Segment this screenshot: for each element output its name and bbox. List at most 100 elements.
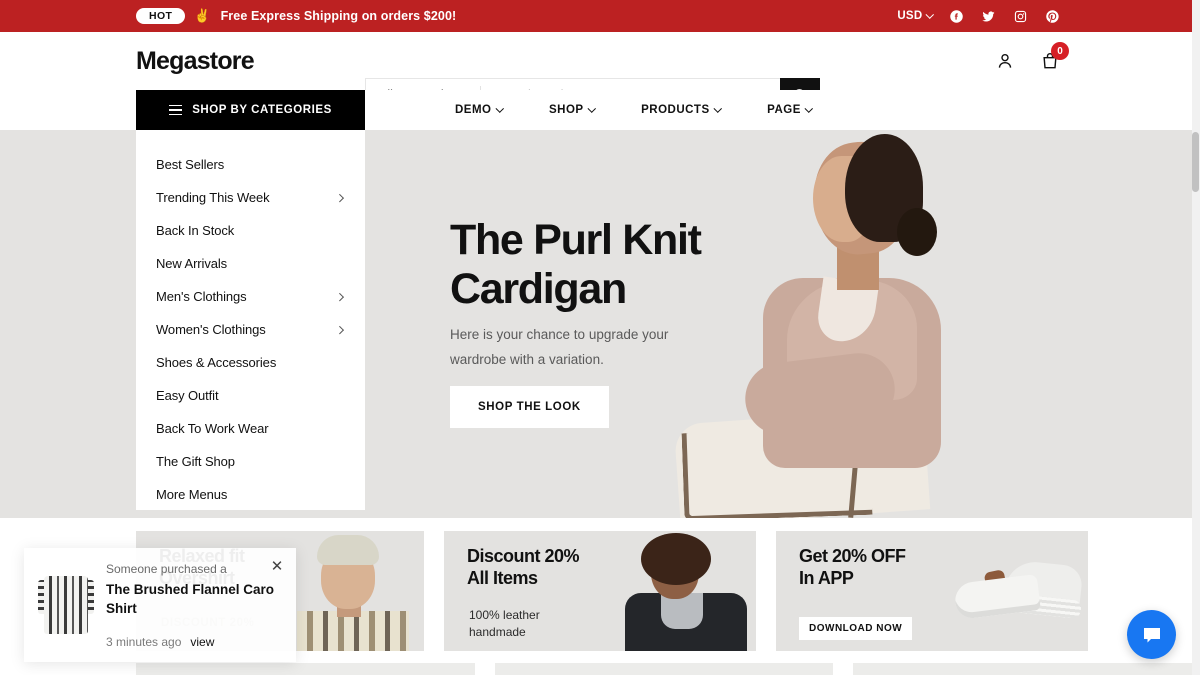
sidebar-label: Easy Outfit xyxy=(156,388,219,403)
close-icon[interactable]: ✕ xyxy=(269,558,285,574)
sidebar-label: Back To Work Wear xyxy=(156,421,269,436)
chat-widget-button[interactable] xyxy=(1127,610,1176,659)
chevron-down-icon xyxy=(804,104,813,113)
site-logo[interactable]: Megastore xyxy=(136,47,255,76)
purchase-notification-toast[interactable]: Someone purchased a The Brushed Flannel … xyxy=(24,548,296,662)
sidebar-label: Women's Clothings xyxy=(156,322,266,337)
toast-body: Someone purchased a The Brushed Flannel … xyxy=(106,562,284,650)
cart-count-badge: 0 xyxy=(1051,42,1069,60)
currency-label: USD xyxy=(897,10,923,22)
shop-the-look-button[interactable]: SHOP THE LOOK xyxy=(450,386,609,428)
sidebar-item-easy-outfit[interactable]: Easy Outfit xyxy=(136,379,365,412)
promo-card-image xyxy=(943,531,1088,651)
sidebar-item-back-to-work-wear[interactable]: Back To Work Wear xyxy=(136,412,365,445)
nav-item-demo[interactable]: DEMO xyxy=(455,104,504,116)
peek-block xyxy=(494,663,834,675)
hand-emoji: ✌️ xyxy=(194,8,211,23)
promo-card-discount[interactable]: Discount 20% All Items 100% leather hand… xyxy=(444,531,756,651)
chevron-right-icon xyxy=(335,292,344,301)
hero-subtitle: Here is your chance to upgrade your ward… xyxy=(450,323,668,373)
promo-subtitle-line2: handmade xyxy=(469,624,526,639)
hamburger-icon xyxy=(169,104,183,116)
shop-by-categories-button[interactable]: SHOP BY CATEGORIES xyxy=(136,90,365,130)
pinterest-icon[interactable] xyxy=(1045,9,1060,24)
download-now-button[interactable]: DOWNLOAD NOW xyxy=(799,617,913,640)
promo-title-line2: In APP xyxy=(799,568,854,589)
chat-bubble-icon xyxy=(1143,627,1160,642)
currency-selector[interactable]: USD xyxy=(897,10,934,22)
promo-title-line2: All Items xyxy=(467,568,538,589)
chevron-down-icon xyxy=(495,104,504,113)
promo-title-line1: Get 20% OFF xyxy=(799,546,906,566)
promo-card-title: Get 20% OFF In APP xyxy=(799,545,906,590)
sidebar-item-the-gift-shop[interactable]: The Gift Shop xyxy=(136,445,365,478)
toast-view-link[interactable]: view xyxy=(190,635,214,649)
sidebar-label: Men's Clothings xyxy=(156,289,247,304)
sidebar-label: Trending This Week xyxy=(156,190,270,205)
facebook-icon[interactable] xyxy=(949,9,964,24)
hero-model-image xyxy=(667,130,1027,518)
scrollbar-track[interactable] xyxy=(1192,0,1200,675)
next-section-peek xyxy=(136,663,1193,675)
category-sidebar: Best Sellers Trending This Week Back In … xyxy=(136,130,365,510)
sidebar-item-best-sellers[interactable]: Best Sellers xyxy=(136,148,365,181)
chevron-right-icon xyxy=(335,325,344,334)
hero-subtitle-line1: Here is your chance to upgrade your xyxy=(450,327,669,342)
promo-card-image xyxy=(611,531,756,651)
nav-menu: DEMO SHOP PRODUCTS PAGE xyxy=(455,90,813,130)
promo-card-image xyxy=(279,531,424,651)
toast-product-image xyxy=(38,570,94,642)
header-actions: 0 xyxy=(995,42,1069,71)
nav-item-shop[interactable]: SHOP xyxy=(549,104,596,116)
hero-title-line1: The Purl Knit xyxy=(450,216,702,264)
sidebar-label: Back In Stock xyxy=(156,223,235,238)
sidebar-item-mens-clothings[interactable]: Men's Clothings xyxy=(136,280,365,313)
chevron-down-icon xyxy=(587,104,596,113)
sidebar-item-new-arrivals[interactable]: New Arrivals xyxy=(136,247,365,280)
nav-label-shop: SHOP xyxy=(549,104,584,116)
sidebar-label: More Menus xyxy=(156,487,228,502)
announcement-bar: HOT ✌️ Free Express Shipping on orders $… xyxy=(0,0,1200,32)
promo-card-subtitle: 100% leather handmade xyxy=(469,607,540,641)
toast-intro-text: Someone purchased a xyxy=(106,562,227,576)
peek-block xyxy=(853,663,1193,675)
sidebar-item-trending-this-week[interactable]: Trending This Week xyxy=(136,181,365,214)
promo-card-app[interactable]: Get 20% OFF In APP DOWNLOAD NOW xyxy=(776,531,1088,651)
shipping-message: Free Express Shipping on orders $200! xyxy=(220,9,457,23)
chevron-down-icon xyxy=(713,104,722,113)
nav-label-page: PAGE xyxy=(767,104,801,116)
instagram-icon[interactable] xyxy=(1013,9,1028,24)
toast-product-name: The Brushed Flannel Caro Shirt xyxy=(106,582,275,616)
twitter-icon[interactable] xyxy=(981,9,996,24)
toast-timestamp: 3 minutes ago xyxy=(106,635,182,649)
promo-subtitle-line1: 100% leather xyxy=(469,608,540,622)
account-button[interactable] xyxy=(995,51,1015,71)
main-navigation: SHOP BY CATEGORIES DEMO SHOP PRODUCTS PA… xyxy=(0,90,1200,130)
shop-by-categories-label: SHOP BY CATEGORIES xyxy=(192,104,332,116)
hero-content: The Purl Knit Cardigan Here is your chan… xyxy=(365,130,1192,518)
hero-subtitle-line2: wardrobe with a variation. xyxy=(450,351,604,367)
cart-button[interactable]: 0 xyxy=(1040,42,1069,71)
promo-title-line1: Discount 20% xyxy=(467,546,580,566)
scrollbar-thumb[interactable] xyxy=(1192,132,1199,192)
nav-label-products: PRODUCTS xyxy=(641,104,710,116)
sidebar-item-shoes-accessories[interactable]: Shoes & Accessories xyxy=(136,346,365,379)
sidebar-item-womens-clothings[interactable]: Women's Clothings xyxy=(136,313,365,346)
sidebar-item-more-menus[interactable]: More Menus xyxy=(136,478,365,511)
peek-block xyxy=(136,663,475,675)
hero-title: The Purl Knit Cardigan xyxy=(450,216,702,313)
nav-item-products[interactable]: PRODUCTS xyxy=(641,104,722,116)
nav-item-page[interactable]: PAGE xyxy=(767,104,813,116)
hero-title-line2: Cardigan xyxy=(450,264,627,313)
sidebar-label: New Arrivals xyxy=(156,256,228,271)
sidebar-label: The Gift Shop xyxy=(156,454,235,469)
promo-card-title: Discount 20% All Items xyxy=(467,545,580,590)
announcement-message-group: HOT ✌️ Free Express Shipping on orders $… xyxy=(136,0,456,32)
site-header: Megastore All Categories 0 xyxy=(0,32,1200,112)
topbar-right-group: USD xyxy=(897,0,1060,32)
sidebar-item-back-in-stock[interactable]: Back In Stock xyxy=(136,214,365,247)
sidebar-label: Shoes & Accessories xyxy=(156,355,277,370)
user-icon xyxy=(998,53,1012,68)
chevron-right-icon xyxy=(335,193,344,202)
sidebar-label: Best Sellers xyxy=(156,157,225,172)
